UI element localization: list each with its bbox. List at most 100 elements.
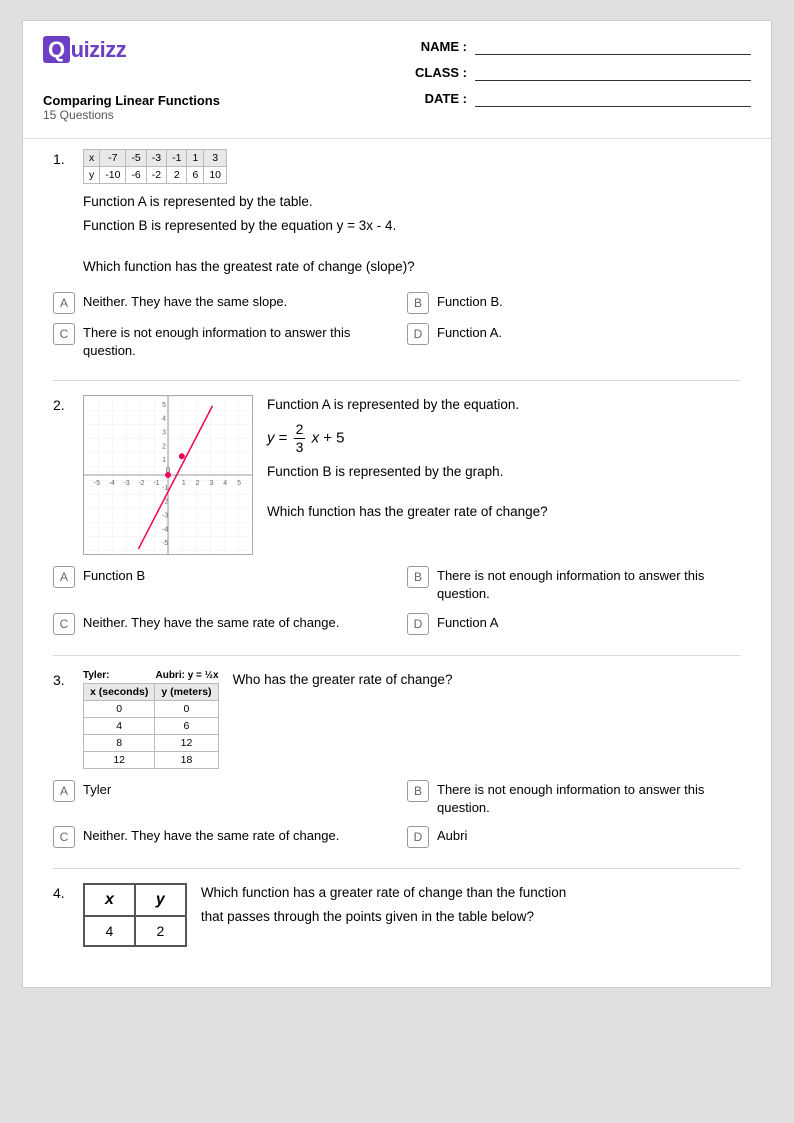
q2-option-d-text: Function A — [437, 612, 498, 632]
logo: Quizizz — [43, 37, 387, 63]
date-label: DATE : — [407, 91, 467, 106]
q1-y5: 6 — [187, 167, 204, 184]
date-line[interactable] — [475, 89, 751, 107]
svg-text:-5: -5 — [162, 540, 168, 547]
q4-col-x: x — [84, 884, 135, 916]
q3-option-c-letter: C — [53, 826, 75, 848]
svg-text:4: 4 — [162, 416, 166, 423]
q2-option-b-text: There is not enough information to answe… — [437, 565, 741, 603]
q4-col-y: y — [135, 884, 186, 916]
q4-body: Which function has a greater rate of cha… — [201, 883, 741, 947]
q3-option-b-letter: B — [407, 780, 429, 802]
q2-option-c-letter: C — [53, 613, 75, 635]
q3-option-d-letter: D — [407, 826, 429, 848]
q3-aubri-label: Aubri: y = ½x — [155, 670, 218, 681]
q1-row-y: y — [84, 167, 100, 184]
q1-option-b[interactable]: B Function B. — [407, 291, 741, 314]
svg-text:5: 5 — [237, 480, 241, 487]
q2-text1: Function A is represented by the equatio… — [267, 395, 741, 415]
q3-body: Who has the greater rate of change? — [233, 670, 741, 769]
q1-y6: 10 — [204, 167, 227, 184]
class-label: CLASS : — [407, 65, 467, 80]
q3-option-a-text: Tyler — [83, 779, 111, 799]
q2-option-a[interactable]: A Function B — [53, 565, 387, 603]
q1-header-x5: 1 — [187, 150, 204, 167]
svg-text:-2: -2 — [138, 480, 144, 487]
q2-number: 2. — [53, 397, 83, 413]
name-line[interactable] — [475, 37, 751, 55]
q1-y1: -10 — [100, 167, 126, 184]
q2-header: 2. — [53, 395, 741, 555]
q1-body: x -7 -5 -3 -1 1 3 y -10 -6 — [83, 149, 741, 281]
q3-option-c[interactable]: C Neither. They have the same rate of ch… — [53, 825, 387, 848]
divider-3 — [53, 868, 741, 869]
q1-text1: Function A is represented by the table. — [83, 192, 741, 212]
q2-option-b[interactable]: B There is not enough information to ans… — [407, 565, 741, 603]
q3-r2c1: 4 — [84, 717, 155, 734]
question-4: 4. x y 4 2 — [53, 883, 741, 947]
q3-r3c2: 12 — [155, 734, 218, 751]
q2-options: A Function B B There is not enough infor… — [53, 565, 741, 634]
q1-option-d[interactable]: D Function A. — [407, 322, 741, 360]
q4-number: 4. — [53, 885, 83, 901]
svg-text:-3: -3 — [124, 480, 130, 487]
q1-header-x2: -5 — [126, 150, 146, 167]
q2-option-a-letter: A — [53, 566, 75, 588]
q1-y3: -2 — [146, 167, 166, 184]
divider-1 — [53, 380, 741, 381]
class-line[interactable] — [475, 63, 751, 81]
divider-2 — [53, 655, 741, 656]
question-3: 3. Tyler: Aubri: y = ½x x (seconds) y (m… — [53, 670, 741, 848]
q1-option-d-letter: D — [407, 323, 429, 345]
q3-r4c2: 18 — [155, 751, 218, 768]
q3-option-c-text: Neither. They have the same rate of chan… — [83, 825, 339, 845]
q3-number: 3. — [53, 672, 83, 688]
q2-graph: 0 1 2 3 4 5 -1 -2 -3 -4 — [83, 395, 253, 555]
q2-graph-container: 0 1 2 3 4 5 -1 -2 -3 -4 — [83, 395, 253, 555]
q3-r1c2: 0 — [155, 700, 218, 717]
q3-option-b[interactable]: B There is not enough information to ans… — [407, 779, 741, 817]
q3-header: 3. Tyler: Aubri: y = ½x x (seconds) y (m… — [53, 670, 741, 769]
q3-option-d-text: Aubri — [437, 825, 467, 845]
q4-table-container: x y 4 2 — [83, 883, 187, 947]
q1-option-b-letter: B — [407, 292, 429, 314]
header-left: Quizizz Comparing Linear Functions 15 Qu… — [43, 37, 387, 122]
svg-text:2: 2 — [162, 443, 166, 450]
quiz-subtitle: 15 Questions — [43, 108, 387, 122]
q3-r3c1: 8 — [84, 734, 155, 751]
q1-option-a[interactable]: A Neither. They have the same slope. — [53, 291, 387, 314]
q2-option-d[interactable]: D Function A — [407, 612, 741, 635]
q2-option-c[interactable]: C Neither. They have the same rate of ch… — [53, 612, 387, 635]
q2-option-a-text: Function B — [83, 565, 145, 585]
q2-text2: Function B is represented by the graph. — [267, 462, 741, 482]
svg-text:3: 3 — [162, 430, 166, 437]
svg-text:3: 3 — [209, 480, 213, 487]
svg-text:1: 1 — [182, 480, 186, 487]
class-field-row: CLASS : — [407, 63, 751, 81]
quiz-title: Comparing Linear Functions — [43, 93, 387, 108]
q3-options: A Tyler B There is not enough informatio… — [53, 779, 741, 848]
page: Quizizz Comparing Linear Functions 15 Qu… — [22, 20, 772, 988]
q3-h2: y (meters) — [155, 683, 218, 700]
q1-y2: -6 — [126, 167, 146, 184]
q2-equation: y = 23 x + 5 — [267, 421, 741, 456]
q1-option-c[interactable]: C There is not enough information to ans… — [53, 322, 387, 360]
q1-header-x6: 3 — [204, 150, 227, 167]
q3-data-table: x (seconds) y (meters) 0 0 4 6 — [83, 683, 219, 769]
q4-r1c1: 4 — [84, 916, 135, 946]
name-label: NAME : — [407, 39, 467, 54]
q4-data-table: x y 4 2 — [83, 883, 187, 947]
q1-header-x1: -7 — [100, 150, 126, 167]
svg-text:-4: -4 — [162, 526, 168, 533]
svg-text:-1: -1 — [162, 485, 168, 492]
q3-option-d[interactable]: D Aubri — [407, 825, 741, 848]
q2-fraction: 23 — [294, 421, 306, 456]
question-1: 1. x -7 -5 -3 -1 1 3 — [53, 149, 741, 360]
q3-tables: Tyler: Aubri: y = ½x x (seconds) y (mete… — [83, 670, 219, 769]
q3-option-a[interactable]: A Tyler — [53, 779, 387, 817]
svg-text:-4: -4 — [109, 480, 115, 487]
q1-option-c-text: There is not enough information to answe… — [83, 322, 387, 360]
date-field-row: DATE : — [407, 89, 751, 107]
q1-table-image: x -7 -5 -3 -1 1 3 y -10 -6 — [83, 149, 741, 184]
header-right: NAME : CLASS : DATE : — [387, 37, 751, 115]
